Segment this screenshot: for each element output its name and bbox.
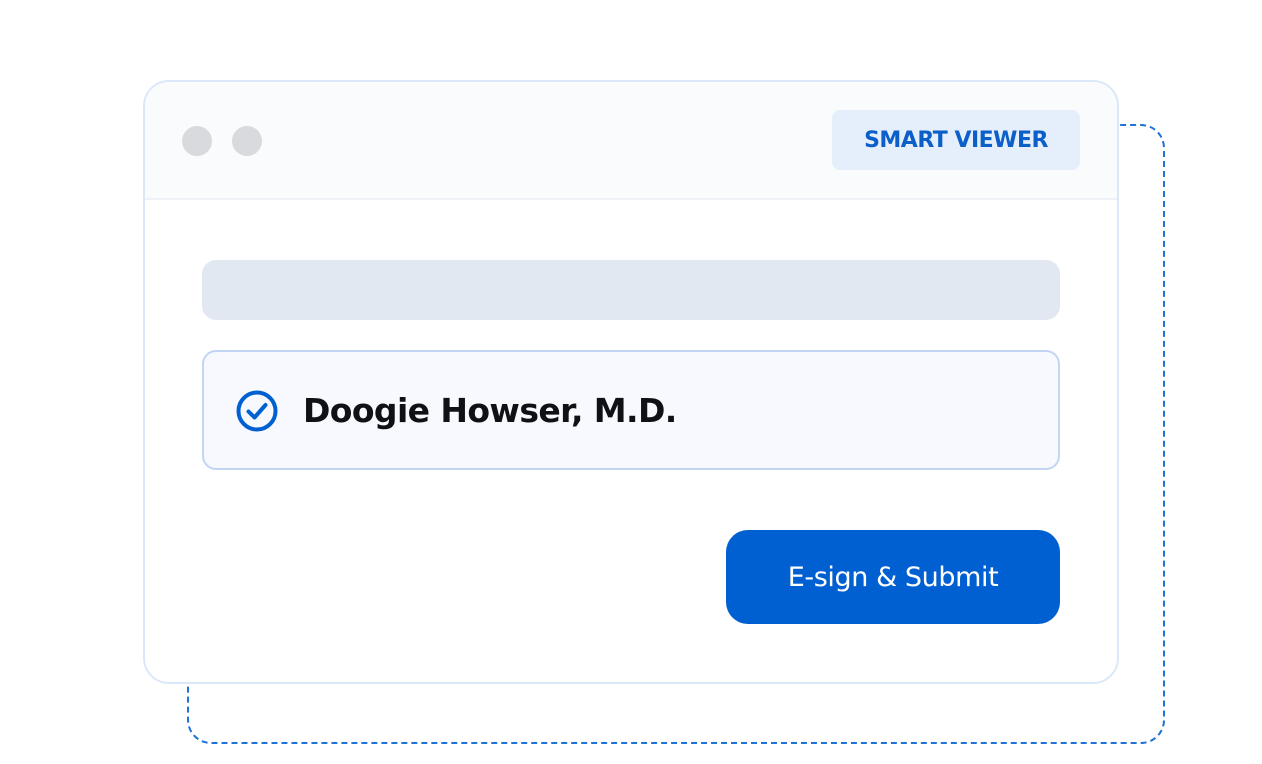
esign-submit-button[interactable]: E-sign & Submit [726, 530, 1060, 624]
window-titlebar: SMART VIEWER [145, 82, 1117, 200]
window-control-dot[interactable] [182, 126, 212, 156]
stage: SMART VIEWER Doogie Howser, M.D. E-sign … [0, 0, 1262, 764]
signer-name: Doogie Howser, M.D. [303, 390, 677, 430]
viewer-window: SMART VIEWER Doogie Howser, M.D. E-sign … [143, 80, 1119, 684]
check-circle-icon[interactable] [235, 389, 279, 433]
window-control-dot[interactable] [232, 126, 262, 156]
placeholder-bar [202, 260, 1060, 320]
signer-checkbox-field[interactable]: Doogie Howser, M.D. [202, 350, 1060, 470]
smart-viewer-badge: SMART VIEWER [832, 110, 1080, 170]
